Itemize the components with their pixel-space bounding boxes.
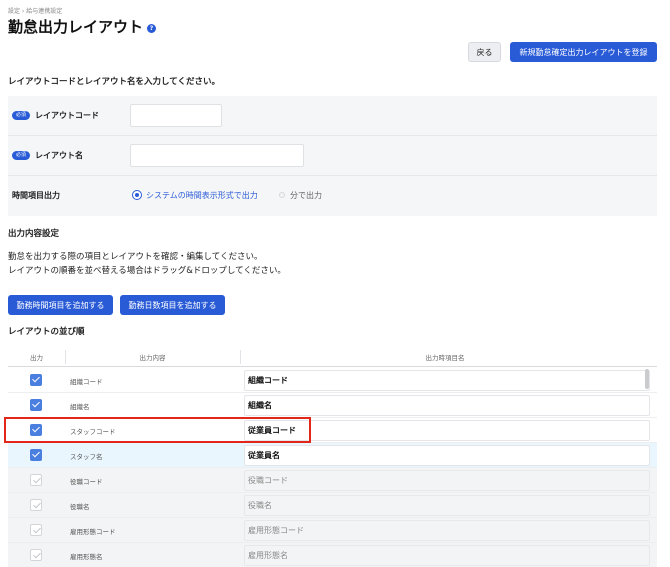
table-scrollbar[interactable] [645, 369, 649, 389]
radio-system-format-label[interactable]: システムの時間表示形式で出力 [146, 190, 258, 201]
output-content: 雇用形態名 [70, 553, 103, 561]
page-title-text: 勤怠出力レイアウト [8, 18, 144, 36]
table-row[interactable]: 組織コード 組織コード [8, 368, 657, 393]
required-badge: 必須 [12, 151, 30, 160]
highlight-annotation [4, 417, 311, 443]
output-checkbox[interactable] [30, 399, 42, 411]
radio-minutes[interactable] [279, 192, 285, 198]
output-content: 雇用形態コード [70, 528, 116, 536]
item-name-input: 役職名 [244, 495, 650, 516]
add-work-days-item-button[interactable]: 勤務日数項目を追加する [120, 295, 225, 315]
layout-code-input[interactable] [130, 104, 222, 127]
layout-form: 必須 レイアウトコード 必須 レイアウト名 時間項目出力 システムの時間表示形式… [8, 96, 657, 216]
required-badge: 必須 [12, 111, 30, 120]
output-settings-desc-1: 勤怠を出力する際の項目とレイアウトを確認・編集してください。 [8, 252, 263, 262]
output-content: 組織コード [70, 378, 103, 386]
register-layout-button[interactable]: 新規勤怠確定出力レイアウトを登録 [510, 42, 657, 62]
header-item-name: 出力時項目名 [425, 354, 465, 362]
add-work-time-item-button[interactable]: 勤務時間項目を追加する [8, 295, 113, 315]
time-output-row: 時間項目出力 システムの時間表示形式で出力 分で出力 [8, 176, 657, 216]
table-row[interactable]: 役職コード 役職コード [8, 468, 657, 493]
layout-name-label: レイアウト名 [35, 151, 83, 160]
layout-code-row: 必須 レイアウトコード [8, 96, 657, 136]
output-checkbox [30, 549, 42, 561]
item-name-input[interactable]: 従業員名 [244, 445, 650, 466]
output-checkbox [30, 524, 42, 536]
output-settings-desc-2: レイアウトの順番を並べ替える場合はドラッグ&ドロップしてください。 [8, 266, 286, 276]
table-row[interactable]: 雇用形態名 雇用形態名 [8, 543, 657, 567]
layout-name-row: 必須 レイアウト名 [8, 136, 657, 176]
output-checkbox [30, 499, 42, 511]
item-name-input: 役職コード [244, 470, 650, 491]
output-checkbox[interactable] [30, 374, 42, 386]
item-name-input: 雇用形態名 [244, 545, 650, 566]
layout-order-table: 出力 出力内容 出力時項目名 組織コード 組織コード 組織名 組織名 スタッフコ… [8, 347, 657, 567]
output-content: スタッフ名 [70, 453, 103, 461]
table-row[interactable]: スタッフ名 従業員名 [8, 443, 657, 468]
layout-code-label: レイアウトコード [35, 111, 99, 120]
table-row[interactable]: 雇用形態コード 雇用形態コード [8, 518, 657, 543]
instruction-text: レイアウトコードとレイアウト名を入力してください。 [8, 77, 220, 87]
breadcrumb[interactable]: 設定 › 給与連携設定 [8, 6, 62, 15]
table-row[interactable]: 役職名 役職名 [8, 493, 657, 518]
output-content: 役職名 [70, 503, 90, 511]
item-name-input[interactable]: 組織名 [244, 395, 650, 416]
radio-system-format[interactable] [132, 190, 142, 200]
table-header: 出力 出力内容 出力時項目名 [8, 347, 657, 367]
item-name-input[interactable]: 組織コード [244, 370, 650, 391]
layout-order-heading: レイアウトの並び順 [8, 327, 85, 337]
help-icon[interactable]: ? [147, 24, 157, 33]
output-checkbox[interactable] [30, 449, 42, 461]
layout-name-input[interactable] [130, 144, 304, 167]
output-checkbox [30, 474, 42, 486]
radio-minutes-label[interactable]: 分で出力 [290, 190, 322, 201]
item-name-input: 雇用形態コード [244, 520, 650, 541]
back-button[interactable]: 戻る [468, 42, 501, 62]
time-output-label: 時間項目出力 [12, 191, 60, 200]
header-content: 出力内容 [139, 354, 166, 362]
header-output: 出力 [30, 354, 43, 362]
page-title: 勤怠出力レイアウト ? [8, 16, 157, 37]
output-content: 役職コード [70, 478, 103, 486]
output-settings-heading: 出力内容設定 [8, 229, 60, 239]
output-content: 組織名 [70, 403, 90, 411]
table-row[interactable]: 組織名 組織名 [8, 393, 657, 418]
